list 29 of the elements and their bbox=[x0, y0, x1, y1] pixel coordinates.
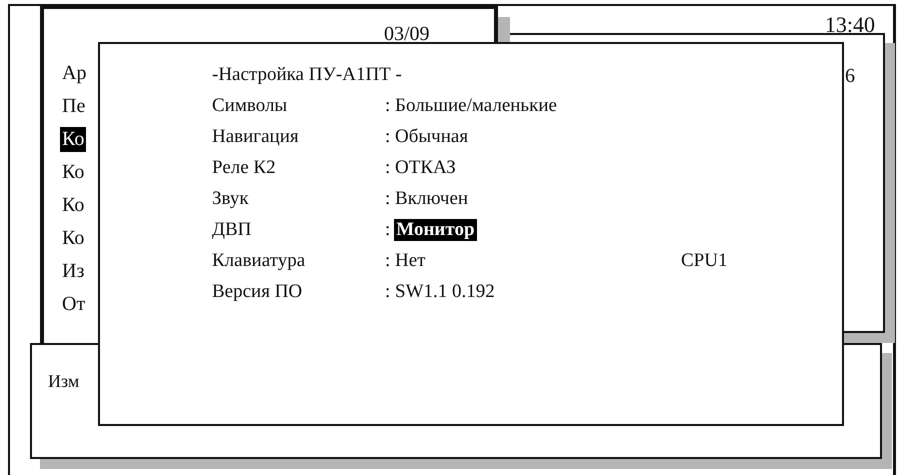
setting-label: Клавиатура bbox=[212, 250, 306, 272]
setting-value[interactable]: : Большие/маленькие bbox=[385, 94, 681, 116]
setting-value[interactable]: : Нет bbox=[385, 250, 681, 272]
window-text: 6 bbox=[845, 65, 855, 88]
setting-value[interactable]: : Включен bbox=[385, 188, 681, 210]
menu-item[interactable]: Ар bbox=[60, 61, 88, 86]
date-text: 03/09 bbox=[384, 23, 430, 46]
menu-item[interactable]: Ко bbox=[60, 127, 86, 152]
setting-label: Навигация bbox=[212, 126, 300, 148]
setting-label: Реле К2 bbox=[212, 156, 277, 178]
setting-label: Версия ПО bbox=[212, 280, 304, 302]
menu-item[interactable]: Ко bbox=[60, 160, 86, 185]
clock-time: 13:40 bbox=[824, 12, 875, 38]
setting-value[interactable]: : SW1.1 0.192 bbox=[385, 280, 681, 302]
menu-item[interactable]: Пе bbox=[60, 94, 88, 119]
menu-item[interactable]: От bbox=[60, 292, 88, 317]
window-text: Изм bbox=[48, 371, 80, 392]
setting-value[interactable]: : ОТКАЗ bbox=[385, 156, 681, 178]
setting-value[interactable]: Монитор bbox=[394, 218, 477, 240]
separator-text: : bbox=[385, 218, 390, 240]
setting-note: CPU1 bbox=[681, 250, 728, 272]
menu-item[interactable]: Ко bbox=[60, 193, 86, 218]
setting-label: Звук bbox=[212, 188, 250, 210]
setting-value[interactable]: : Обычная bbox=[385, 126, 681, 148]
menu-item[interactable]: Из bbox=[60, 259, 86, 284]
dialog-title: -Настройка ПУ-А1ПТ - bbox=[212, 64, 402, 86]
menu-item[interactable]: Ко bbox=[60, 226, 86, 251]
setting-label: ДВП bbox=[212, 218, 252, 240]
setting-label: Символы bbox=[212, 94, 288, 116]
